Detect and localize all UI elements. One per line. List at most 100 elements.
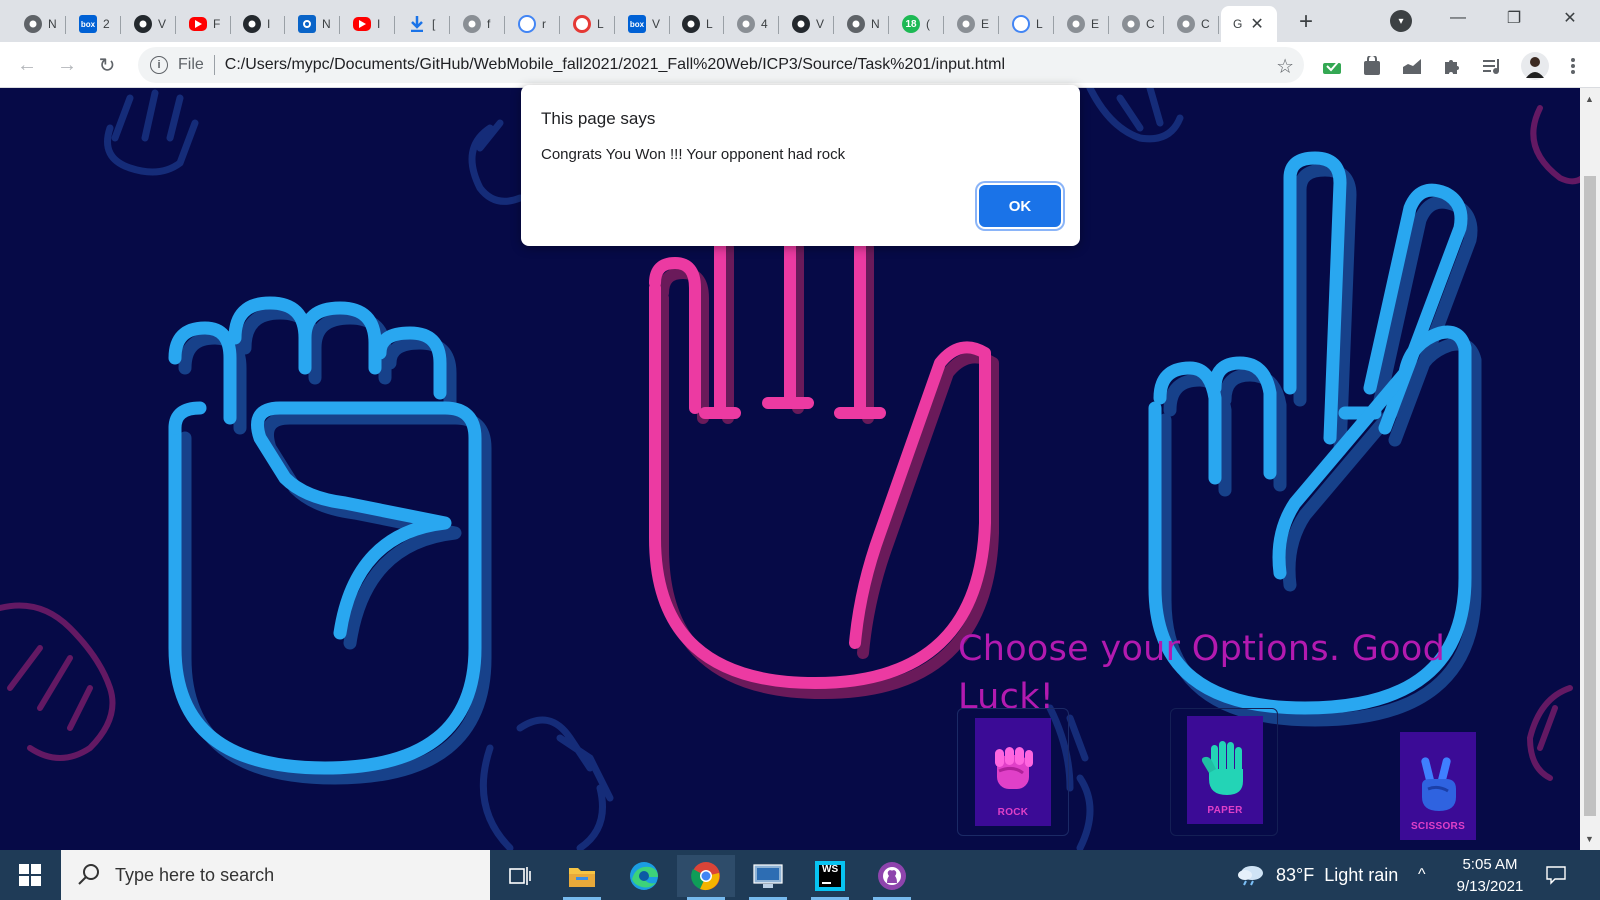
- remote-desktop-icon[interactable]: [739, 855, 797, 900]
- bag-icon[interactable]: [1361, 55, 1383, 77]
- bookmark-star-icon[interactable]: ☆: [1276, 54, 1294, 79]
- new-tab-button[interactable]: +: [1292, 8, 1320, 36]
- active-tab[interactable]: G ✕: [1221, 6, 1277, 42]
- back-button[interactable]: ←: [12, 50, 42, 80]
- browser-tab[interactable]: C: [1165, 6, 1219, 42]
- page-scrollbar[interactable]: ▲ ▼: [1580, 88, 1600, 850]
- rock-hand-icon: [995, 747, 1033, 789]
- tab-search-button[interactable]: ▾: [1390, 10, 1412, 32]
- github-desktop-icon[interactable]: [863, 855, 921, 900]
- browser-tab[interactable]: V: [122, 6, 176, 42]
- paper-option-label: PAPER: [1207, 805, 1243, 816]
- google-icon: [1012, 15, 1030, 33]
- address-bar[interactable]: i File C:/Users/mypc/Documents/GitHub/We…: [138, 47, 1304, 83]
- restore-button[interactable]: ❐: [1486, 0, 1542, 36]
- tab-title: I: [267, 17, 271, 31]
- paper-option-button[interactable]: PAPER: [1187, 716, 1263, 824]
- scrollbar-thumb[interactable]: [1584, 176, 1596, 816]
- profile-avatar[interactable]: [1520, 51, 1550, 81]
- browser-tab[interactable]: N: [286, 6, 340, 42]
- wheel-icon: [573, 15, 591, 33]
- box-icon: box: [628, 15, 646, 33]
- weather-widget[interactable]: 83°F Light rain: [1236, 850, 1398, 900]
- globe-icon: [1177, 15, 1195, 33]
- forward-button[interactable]: →: [52, 50, 82, 80]
- download-icon: [408, 15, 426, 33]
- tab-title: L: [1036, 17, 1043, 31]
- browser-tab[interactable]: f: [451, 6, 505, 42]
- tab-separator: [1163, 16, 1164, 34]
- browser-tab[interactable]: E: [945, 6, 999, 42]
- browser-tab[interactable]: box 2: [67, 6, 121, 42]
- github-icon: [134, 15, 152, 33]
- github-icon: [682, 15, 700, 33]
- browser-tab[interactable]: C: [1110, 6, 1164, 42]
- tab-separator: [175, 16, 176, 34]
- browser-tab[interactable]: I: [341, 6, 395, 42]
- task-view-icon[interactable]: [491, 855, 549, 897]
- browser-tab[interactable]: [: [396, 6, 450, 42]
- active-tab-title: G: [1233, 17, 1243, 31]
- rock-option-button[interactable]: ROCK: [975, 718, 1051, 826]
- check-icon[interactable]: [1321, 55, 1343, 77]
- media-icon[interactable]: [1481, 55, 1503, 77]
- file-explorer-icon[interactable]: [553, 855, 611, 900]
- browser-tab[interactable]: box V: [616, 6, 670, 42]
- browser-tab[interactable]: N: [12, 6, 66, 42]
- taskbar-clock[interactable]: 5:05 AM 9/13/2021: [1430, 854, 1550, 898]
- browser-tab[interactable]: L: [561, 6, 615, 42]
- tab-title: N: [871, 17, 880, 31]
- notification-center-icon[interactable]: [1545, 850, 1567, 900]
- tab-title: r: [542, 17, 546, 31]
- tab-title: 4: [761, 17, 768, 31]
- tab-title: (: [926, 17, 930, 31]
- scroll-down-arrow-icon[interactable]: ▼: [1585, 834, 1594, 844]
- browser-tab[interactable]: I: [231, 6, 285, 42]
- scroll-up-arrow-icon[interactable]: ▲: [1585, 94, 1594, 104]
- tab-strip: Nbox 2 V F I N I [f r Lbox V L 4 V N 18 (E L E C C G ✕ + ▾ —…: [0, 0, 1600, 42]
- tab-separator: [778, 16, 779, 34]
- browser-tab[interactable]: N: [835, 6, 889, 42]
- browser-tab[interactable]: 4: [725, 6, 779, 42]
- tab-title: N: [322, 17, 331, 31]
- start-button[interactable]: [0, 850, 60, 900]
- scissors-hand-icon: [1421, 757, 1456, 811]
- ok-button[interactable]: OK: [979, 185, 1061, 227]
- chrome-icon: [847, 15, 865, 33]
- reload-button[interactable]: ↻: [92, 50, 122, 80]
- tab-title: E: [981, 17, 990, 31]
- browser-tab[interactable]: 18 (: [890, 6, 944, 42]
- tab-separator: [559, 16, 560, 34]
- youtube-icon: [189, 17, 207, 31]
- browser-tab[interactable]: E: [1055, 6, 1109, 42]
- tab-title: I: [377, 17, 381, 31]
- chrome-icon: [24, 15, 42, 33]
- close-tab-icon[interactable]: ✕: [1250, 14, 1263, 34]
- browser-tab[interactable]: L: [1000, 6, 1054, 42]
- browser-tab[interactable]: V: [780, 6, 834, 42]
- webstorm-icon[interactable]: WS: [801, 855, 859, 900]
- url-scheme: File: [178, 56, 204, 73]
- scissors-option-button[interactable]: SCISSORS: [1400, 732, 1476, 840]
- close-window-button[interactable]: ✕: [1542, 0, 1598, 36]
- browser-tab[interactable]: F: [177, 6, 231, 42]
- browser-tab[interactable]: L: [670, 6, 724, 42]
- menu-icon[interactable]: [1562, 55, 1584, 77]
- url-text[interactable]: C:/Users/mypc/Documents/GitHub/WebMobile…: [225, 56, 1005, 74]
- url-divider: [213, 55, 215, 75]
- puzzle-icon[interactable]: [1441, 55, 1463, 77]
- tab-separator: [65, 16, 66, 34]
- choose-heading: Choose your Options. Good Luck!: [958, 629, 1446, 717]
- edge-icon[interactable]: [615, 855, 673, 897]
- tray-overflow-chevron-icon[interactable]: ^: [1418, 850, 1426, 900]
- youtube-icon: [353, 17, 371, 31]
- chart-icon[interactable]: [1401, 55, 1423, 77]
- taskbar-search-box[interactable]: Type here to search: [61, 850, 490, 900]
- minimize-button[interactable]: —: [1430, 0, 1486, 36]
- chrome-icon[interactable]: [677, 855, 735, 900]
- dialog-message: Congrats You Won !!! Your opponent had r…: [541, 146, 846, 163]
- search-icon: [78, 864, 99, 885]
- browser-tab[interactable]: r: [506, 6, 560, 42]
- tab-separator: [1218, 16, 1219, 34]
- site-info-icon[interactable]: i: [150, 56, 168, 74]
